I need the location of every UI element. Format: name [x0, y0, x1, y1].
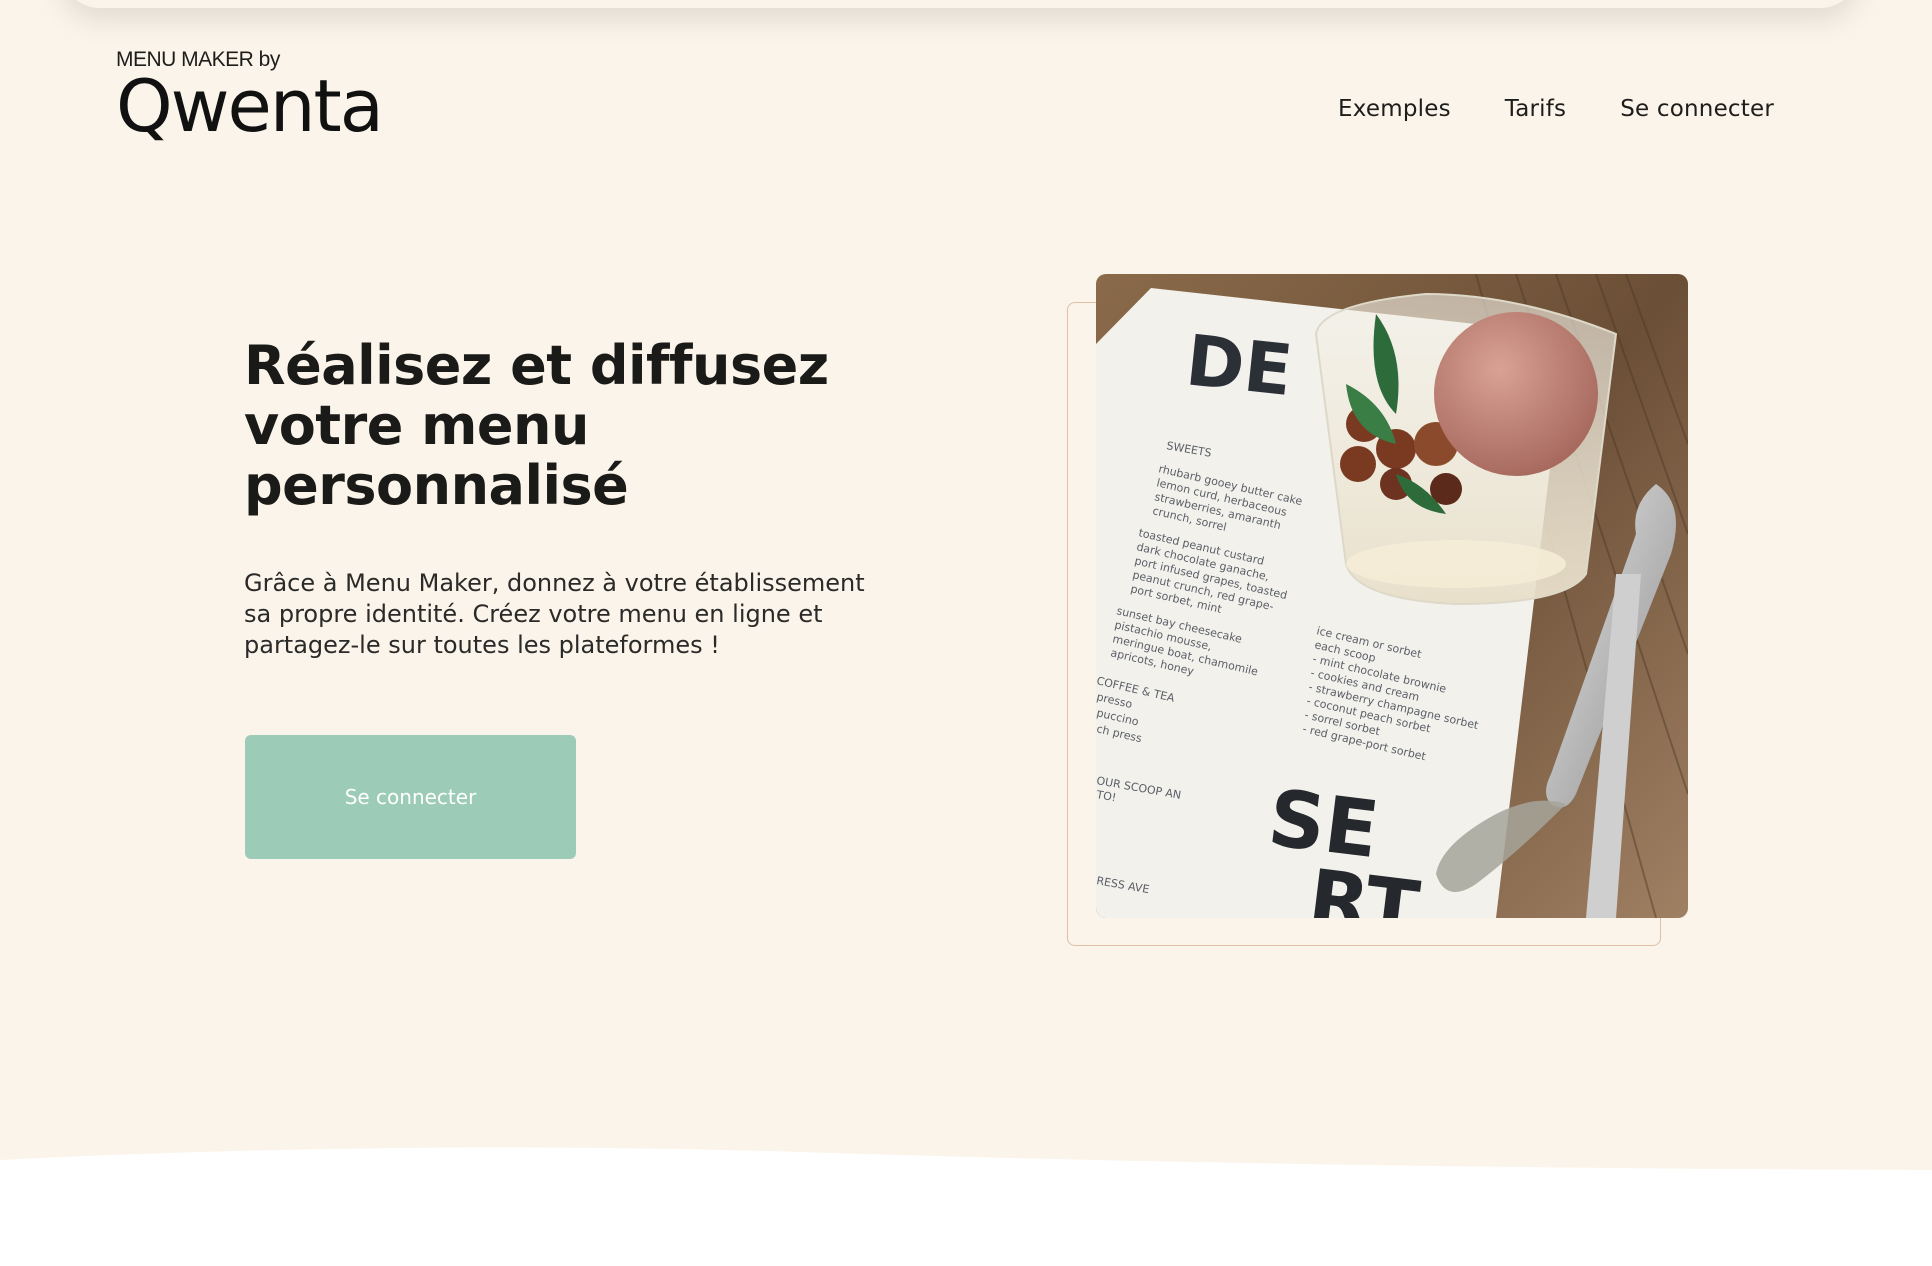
hero-login-button[interactable]: Se connecter — [245, 735, 576, 859]
hero-photo-dessert-menu: DE SE RT SWEETS rhubarb gooey butter cak… — [1096, 274, 1688, 918]
hero-title-line-3: personnalisé — [244, 454, 629, 517]
sorbet-scoop — [1434, 312, 1598, 476]
top-bar-shadow — [60, 0, 1860, 8]
nav-link-examples[interactable]: Exemples — [1338, 96, 1451, 122]
hero-text-line-1: Grâce à Menu Maker, donnez à votre établ… — [244, 569, 865, 597]
hero-title-line-1: Réalisez et diffusez — [244, 334, 829, 397]
hero-description: Grâce à Menu Maker, donnez à votre établ… — [244, 568, 934, 661]
nav-link-pricing[interactable]: Tarifs — [1505, 96, 1566, 122]
hero-title-line-2: votre menu — [244, 394, 589, 457]
section-divider-wave — [0, 1147, 1932, 1266]
landing-page: MENU MAKER by Qwenta Exemples Tarifs Se … — [0, 0, 1932, 1266]
hero-text-line-3: partagez-le sur toutes les plateformes ! — [244, 631, 720, 659]
hero-title: Réalisez et diffusez votre menu personna… — [244, 336, 884, 516]
nav-link-login[interactable]: Se connecter — [1620, 96, 1774, 122]
main-nav: Exemples Tarifs Se connecter — [1338, 96, 1774, 122]
hero-text-line-2: sa propre identité. Créez votre menu en … — [244, 600, 823, 628]
logo-brand: Qwenta — [116, 64, 384, 148]
logo[interactable]: MENU MAKER by Qwenta — [116, 48, 384, 148]
dessert-photo-illustration: DE SE RT SWEETS rhubarb gooey butter cak… — [1096, 274, 1688, 918]
menu-heading-top: DE — [1182, 319, 1296, 412]
